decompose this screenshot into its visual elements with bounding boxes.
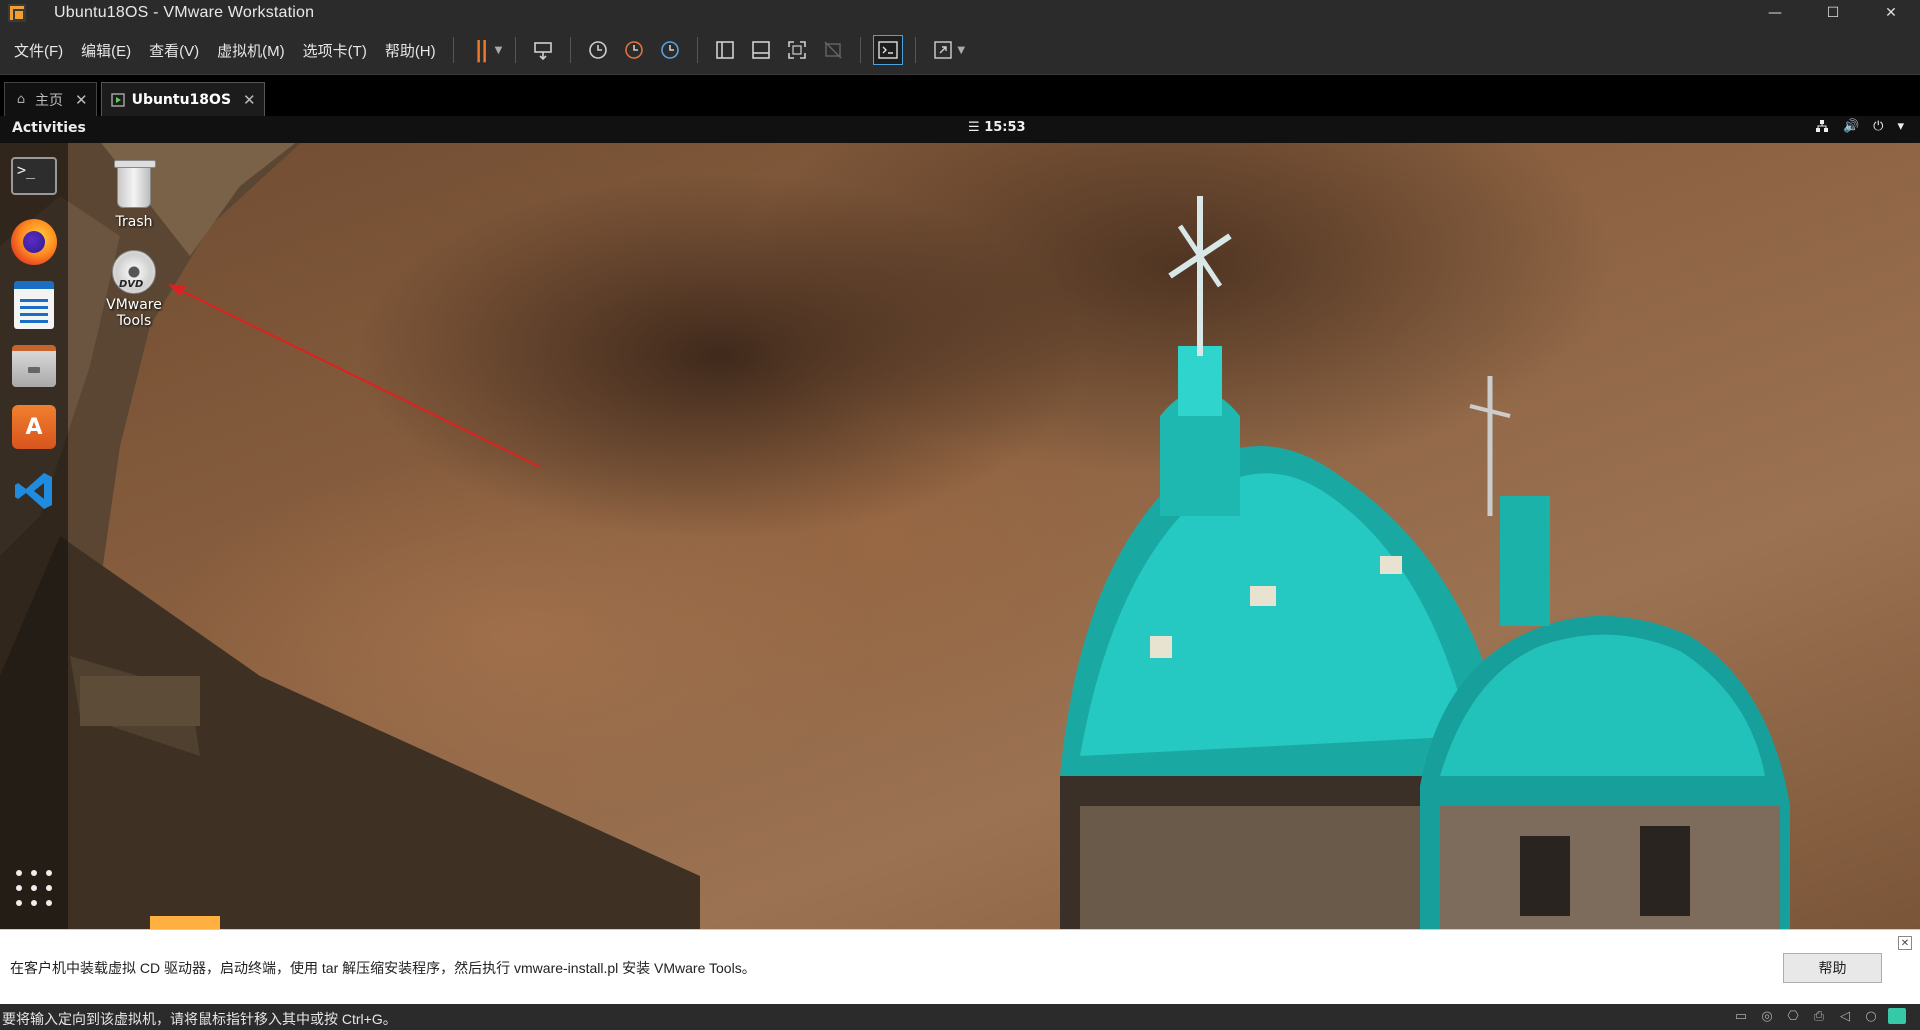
menu-tabs[interactable]: 选项卡(T) — [295, 40, 375, 61]
terminal-icon[interactable]: >_ — [11, 157, 57, 195]
vmware-logo-icon — [8, 4, 26, 22]
vm-icon — [110, 92, 126, 108]
desktop-icon-label: Trash — [115, 214, 153, 230]
chevron-down-icon: ▾ — [1897, 119, 1904, 134]
menu-file[interactable]: 文件(F) — [6, 40, 71, 61]
dvd-icon: DVD — [112, 250, 156, 294]
revert-snapshot-icon[interactable] — [619, 35, 649, 65]
gnome-top-bar: Activities ☰ 15:53 🔊 ⏻ ▾ — [0, 116, 1920, 143]
libreoffice-writer-icon[interactable] — [14, 281, 54, 329]
tab-label: 主页 — [35, 92, 63, 109]
thumbnail-bar-icon[interactable] — [746, 35, 776, 65]
stretch-icon[interactable] — [928, 35, 958, 65]
printer-icon[interactable]: ⎙ — [1810, 1008, 1828, 1024]
title-bar: Ubuntu18OS - VMware Workstation — ☐ ✕ — [0, 0, 1920, 26]
menu-edit[interactable]: 编辑(E) — [73, 40, 139, 61]
power-icon: ⏻ — [1873, 119, 1884, 134]
snapshot-manager-icon[interactable] — [655, 35, 685, 65]
chevron-down-icon[interactable]: ▼ — [957, 45, 965, 56]
library-icon[interactable] — [710, 35, 740, 65]
files-icon[interactable] — [12, 345, 56, 387]
network-adapter-icon[interactable]: ⎔ — [1784, 1008, 1802, 1024]
desktop-trash[interactable]: Trash — [89, 160, 179, 230]
tab-label: Ubuntu18OS — [131, 91, 232, 108]
vm-guest-display[interactable]: Activities ☰ 15:53 🔊 ⏻ ▾ >_ A Trash DVD … — [0, 116, 1920, 929]
firefox-icon[interactable] — [11, 219, 57, 265]
home-icon: ⌂ — [16, 92, 26, 107]
desktop-icon-label: VMware Tools — [106, 297, 162, 329]
toolbar-separator — [570, 37, 572, 63]
window-title: Ubuntu18OS - VMware Workstation — [54, 4, 315, 21]
close-tab-icon[interactable]: ✕ — [75, 91, 88, 109]
toolbar-separator — [860, 37, 862, 63]
tab-bar: ⌂ 主页 ✕ Ubuntu18OS ✕ — [0, 74, 1920, 116]
desktop-vmware-tools[interactable]: DVD VMware Tools — [89, 250, 179, 329]
clock[interactable]: ☰ 15:53 — [968, 120, 1026, 135]
minimize-button[interactable]: — — [1746, 0, 1804, 26]
notification-icon: ☰ — [968, 120, 985, 135]
tab-ubuntu18os[interactable]: Ubuntu18OS ✕ — [100, 82, 265, 116]
pause-icon[interactable]: || — [466, 35, 496, 65]
vmware-workstation-window: Ubuntu18OS - VMware Workstation — ☐ ✕ 文件… — [0, 0, 1920, 1030]
toolbar-separator — [697, 37, 699, 63]
volume-icon: 🔊 — [1842, 119, 1860, 134]
unity-icon[interactable] — [818, 35, 848, 65]
device-status-icons: ▭ ◎ ⎔ ⎙ ◁ ○ — [1732, 1008, 1906, 1024]
maximize-button[interactable]: ☐ — [1804, 0, 1862, 26]
chevron-down-icon[interactable]: ▼ — [495, 45, 503, 56]
window-controls: — ☐ ✕ — [1746, 0, 1920, 26]
status-message: 要将输入定向到该虚拟机，请将鼠标指针移入其中或按 Ctrl+G。 — [2, 1011, 397, 1027]
vmware-tools-info-bar: 在客户机中装载虚拟 CD 驱动器，启动终端，使用 tar 解压缩安装程序，然后执… — [0, 929, 1920, 1004]
toolbar-separator — [452, 37, 454, 63]
message-icon[interactable] — [1888, 1008, 1906, 1024]
activities-button[interactable]: Activities — [12, 120, 86, 136]
network-icon — [1815, 119, 1829, 137]
usb-icon[interactable]: ○ — [1862, 1008, 1880, 1024]
close-icon[interactable]: ✕ — [1898, 936, 1912, 950]
show-applications-icon[interactable] — [14, 868, 54, 908]
ubuntu-software-icon[interactable]: A — [12, 405, 56, 449]
console-view-icon[interactable] — [873, 35, 904, 65]
toolbar-separator — [515, 37, 517, 63]
toolbar-separator — [915, 37, 917, 63]
status-bar: 要将输入定向到该虚拟机，请将鼠标指针移入其中或按 Ctrl+G。 ▭ ◎ ⎔ ⎙… — [0, 1004, 1920, 1030]
system-tray[interactable]: 🔊 ⏻ ▾ — [1815, 119, 1904, 137]
close-button[interactable]: ✕ — [1862, 0, 1920, 26]
visual-studio-code-icon[interactable] — [10, 467, 58, 515]
ubuntu-dock: >_ A — [0, 143, 68, 929]
fullscreen-icon[interactable] — [782, 35, 812, 65]
cd-dvd-icon[interactable]: ◎ — [1758, 1008, 1776, 1024]
sound-icon[interactable]: ◁ — [1836, 1008, 1854, 1024]
snapshot-icon[interactable] — [583, 35, 613, 65]
menu-view[interactable]: 查看(V) — [141, 40, 207, 61]
menu-help[interactable]: 帮助(H) — [377, 40, 444, 61]
help-button[interactable]: 帮助 — [1783, 953, 1882, 983]
trash-icon — [114, 160, 156, 208]
close-tab-icon[interactable]: ✕ — [243, 91, 256, 109]
info-message: 在客户机中装载虚拟 CD 驱动器，启动终端，使用 tar 解压缩安装程序，然后执… — [10, 960, 756, 976]
menu-toolbar: 文件(F) 编辑(E) 查看(V) 虚拟机(M) 选项卡(T) 帮助(H) ||… — [0, 26, 1920, 74]
menu-vm[interactable]: 虚拟机(M) — [209, 40, 293, 61]
send-ctrl-alt-del-icon[interactable] — [528, 35, 558, 65]
hard-disk-icon[interactable]: ▭ — [1732, 1008, 1750, 1024]
tab-home[interactable]: ⌂ 主页 ✕ — [4, 82, 97, 116]
